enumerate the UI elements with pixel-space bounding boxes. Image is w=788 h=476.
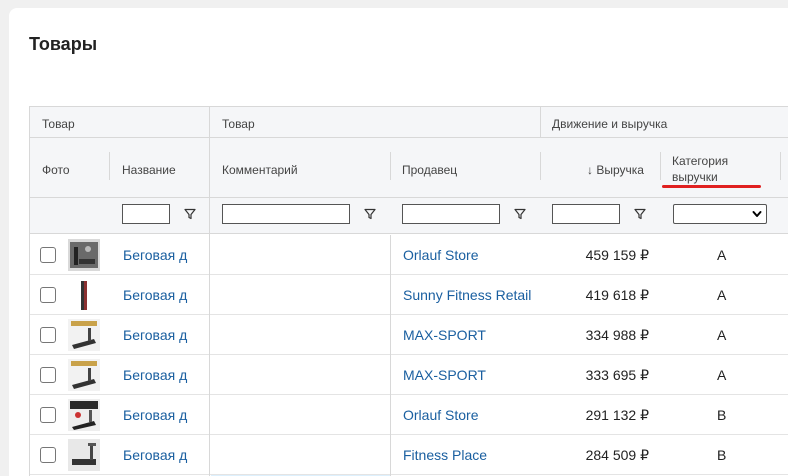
revenue-value: 284 509 ₽	[585, 447, 649, 463]
group-header-row	[30, 107, 788, 138]
revenue-value: 459 159 ₽	[585, 247, 649, 263]
column-header-seller[interactable]: Продавец	[402, 162, 457, 178]
product-photo[interactable]	[68, 279, 100, 311]
revenue-category-value: B	[717, 447, 727, 463]
sort-desc-arrow-icon: ↓	[587, 163, 593, 177]
row-checkbox[interactable]	[40, 327, 56, 343]
table-row[interactable]: Беговая д Orlauf Store 459 159 ₽ A	[30, 235, 788, 275]
product-photo[interactable]	[68, 239, 100, 271]
seller-link[interactable]: Orlauf Store	[403, 407, 478, 423]
revenue-category-value: A	[717, 287, 727, 303]
page-title: Товары	[29, 34, 98, 54]
revenue-category-value: A	[717, 247, 727, 263]
seller-link[interactable]: Sunny Fitness Retail	[403, 287, 531, 303]
product-photo[interactable]	[68, 399, 100, 431]
filter-funnel-icon[interactable]	[634, 208, 646, 220]
revenue-filter-input[interactable]	[552, 204, 620, 224]
table-row[interactable]: Беговая д Sunny Fitness Retail 419 618 ₽ A	[30, 275, 788, 315]
seller-link[interactable]: MAX-SPORT	[403, 327, 486, 343]
product-photo[interactable]	[68, 359, 100, 391]
row-checkbox[interactable]	[40, 407, 56, 423]
product-photo[interactable]	[68, 439, 100, 471]
revenue-value: 333 695 ₽	[585, 367, 649, 383]
seller-link[interactable]: Fitness Place	[403, 447, 487, 463]
revenue-category-value: A	[717, 367, 727, 383]
filter-funnel-icon[interactable]	[184, 208, 196, 220]
column-header-comment[interactable]: Комментарий	[222, 162, 298, 178]
group-header-product-2: Товар	[222, 117, 255, 131]
row-checkbox[interactable]	[40, 447, 56, 463]
row-checkbox[interactable]	[40, 287, 56, 303]
revenue-value: 419 618 ₽	[585, 287, 649, 303]
column-header-photo[interactable]: Фото	[42, 162, 70, 178]
product-name-link[interactable]: Беговая д	[123, 407, 203, 423]
filter-funnel-icon[interactable]	[514, 208, 526, 220]
revenue-value: 291 132 ₽	[585, 407, 649, 423]
column-header-name[interactable]: Название	[122, 162, 176, 178]
red-underline-annotation	[662, 185, 761, 188]
product-name-link[interactable]: Беговая д	[123, 447, 203, 463]
table-row[interactable]: Беговая д Fitness Place 284 509 ₽ B	[30, 435, 788, 475]
table-row[interactable]: Беговая д MAX-SPORT 334 988 ₽ A	[30, 315, 788, 355]
product-name-link[interactable]: Беговая д	[123, 287, 203, 303]
product-name-link[interactable]: Беговая д	[123, 327, 203, 343]
comment-filter-input[interactable]	[222, 204, 350, 224]
seller-link[interactable]: MAX-SPORT	[403, 367, 486, 383]
product-photo[interactable]	[68, 319, 100, 351]
category-filter-select[interactable]	[673, 204, 767, 224]
products-grid: Товар Товар Движение и выручка Фото Назв…	[29, 106, 788, 476]
revenue-category-value: B	[717, 407, 727, 423]
table-row[interactable]: Беговая д Orlauf Store 291 132 ₽ B	[30, 395, 788, 435]
revenue-category-value: A	[717, 327, 727, 343]
row-checkbox[interactable]	[40, 247, 56, 263]
column-header-revenue[interactable]: ↓ Выручка	[587, 162, 644, 178]
seller-link[interactable]: Orlauf Store	[403, 247, 478, 263]
group-header-movement-revenue: Движение и выручка	[552, 117, 668, 131]
revenue-value: 334 988 ₽	[585, 327, 649, 343]
name-filter-input[interactable]	[122, 204, 170, 224]
group-header-product-1: Товар	[42, 117, 75, 131]
filter-funnel-icon[interactable]	[364, 208, 376, 220]
chevron-down-icon	[752, 211, 762, 217]
product-name-link[interactable]: Беговая д	[123, 367, 203, 383]
product-name-link[interactable]: Беговая д	[123, 247, 203, 263]
row-checkbox[interactable]	[40, 367, 56, 383]
table-row[interactable]: Беговая д MAX-SPORT 333 695 ₽ A	[30, 355, 788, 395]
column-header-category[interactable]: Категория выручки	[672, 153, 728, 185]
seller-filter-input[interactable]	[402, 204, 500, 224]
